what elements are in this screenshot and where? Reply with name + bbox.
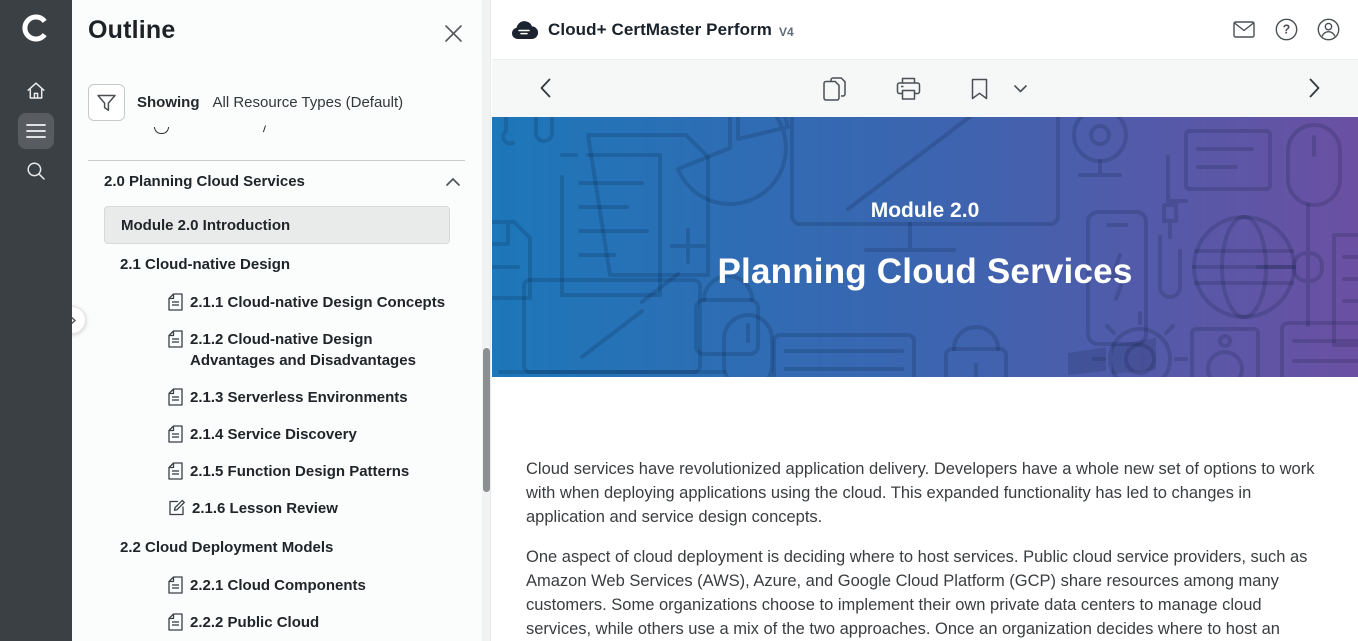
- tech-pattern-decoration: [492, 117, 1358, 377]
- home-icon[interactable]: [18, 73, 54, 109]
- account-icon[interactable]: [1316, 18, 1340, 42]
- tree-item-2-2[interactable]: 2.2 Cloud Deployment Models: [120, 537, 460, 559]
- document-icon: [168, 388, 183, 406]
- product-title: Cloud+ CertMaster Perform: [548, 20, 772, 40]
- content-toolbar: [492, 60, 1358, 117]
- copy-icon[interactable]: [823, 77, 846, 101]
- tree-item-label: 2.1.4 Service Discovery: [190, 424, 357, 445]
- document-icon: [168, 330, 183, 348]
- banner-title: Planning Cloud Services: [492, 252, 1358, 292]
- tree-item-label: 2.2.2 Public Cloud: [190, 612, 319, 633]
- bookmark-icon[interactable]: [971, 78, 988, 100]
- tree-item-label: 2.1.6 Lesson Review: [192, 498, 338, 519]
- tree-item-2-1-2[interactable]: 2.1.2 Cloud-native Design Advantages and…: [88, 329, 460, 371]
- tree-item-label: 2.1.1 Cloud-native Design Concepts: [190, 292, 445, 313]
- filter-row: Showing All Resource Types (Default): [88, 84, 403, 121]
- document-icon: [168, 425, 183, 443]
- chevron-up-icon[interactable]: [446, 178, 460, 186]
- main-area: Cloud+ CertMaster Perform V4 ?: [492, 0, 1358, 641]
- left-rail: [0, 0, 72, 641]
- search-icon[interactable]: [18, 153, 54, 189]
- tree-section-2-0[interactable]: 2.0 Planning Cloud Services: [88, 173, 460, 190]
- svg-text:?: ?: [1282, 23, 1290, 37]
- bookmark-options-chevron-icon[interactable]: [1014, 85, 1027, 93]
- tree-item-2-2-2[interactable]: 2.2.2 Public Cloud: [88, 612, 460, 633]
- comptia-logo[interactable]: [20, 12, 52, 44]
- back-arrow-icon[interactable]: [540, 78, 551, 98]
- forward-arrow-icon[interactable]: [1309, 78, 1320, 98]
- cloud-product-icon: [511, 20, 538, 40]
- tree-item-label: 2.1.2 Cloud-native Design Advantages and…: [190, 329, 452, 371]
- tree-item-label: 2.1.5 Function Design Patterns: [190, 461, 409, 482]
- module-banner: Module 2.0 Planning Cloud Services: [492, 117, 1358, 377]
- outline-menu-icon[interactable]: [18, 113, 54, 149]
- tree-item-2-1-3[interactable]: 2.1.3 Serverless Environments: [88, 387, 460, 408]
- filter-funnel-icon[interactable]: [88, 84, 125, 121]
- tree-item-module-2-0-introduction[interactable]: Module 2.0 Introduction: [104, 206, 450, 244]
- panel-title: Outline: [88, 16, 176, 45]
- panel-scrollbar-thumb[interactable]: [483, 348, 490, 492]
- tree-section-label: 2.0 Planning Cloud Services: [88, 173, 305, 190]
- document-icon: [168, 576, 183, 594]
- document-icon: [168, 293, 183, 311]
- tree-item-2-2-1[interactable]: 2.2.1 Cloud Components: [88, 575, 460, 596]
- mail-icon[interactable]: [1232, 18, 1256, 42]
- tree-item-label: 2.1.3 Serverless Environments: [190, 387, 408, 408]
- toolbar-actions: [823, 60, 1027, 117]
- document-icon: [168, 613, 183, 631]
- app-window: Outline Showing All Resource Types (Defa…: [0, 0, 1358, 641]
- product-version: V4: [779, 21, 794, 39]
- banner-module-label: Module 2.0: [492, 199, 1358, 223]
- lesson-content: Cloud services have revolutionized appli…: [492, 377, 1358, 641]
- filter-value: All Resource Types (Default): [213, 94, 404, 111]
- tree-item-2-1[interactable]: 2.1 Cloud-native Design: [120, 254, 460, 276]
- panel-scrollbar-track[interactable]: [482, 0, 490, 641]
- help-icon[interactable]: ?: [1274, 18, 1298, 42]
- outline-panel: Outline Showing All Resource Types (Defa…: [72, 0, 491, 641]
- tree-item-label: 2.2 Cloud Deployment Models: [120, 539, 333, 556]
- paragraph: Cloud services have revolutionized appli…: [526, 457, 1328, 530]
- close-icon[interactable]: [442, 22, 464, 44]
- tree-item-2-1-1[interactable]: 2.1.1 Cloud-native Design Concepts: [88, 292, 460, 313]
- tree-item-2-1-4[interactable]: 2.1.4 Service Discovery: [88, 424, 460, 445]
- print-icon[interactable]: [896, 77, 921, 100]
- paragraph: One aspect of cloud deployment is decidi…: [526, 545, 1328, 641]
- clipped-tree-item[interactable]: [142, 121, 362, 137]
- filter-showing-label: Showing: [137, 94, 200, 111]
- tree-item-label: 2.1 Cloud-native Design: [120, 256, 290, 273]
- header-actions: ?: [1232, 18, 1340, 42]
- tree-item-2-1-6[interactable]: 2.1.6 Lesson Review: [88, 498, 460, 519]
- outline-tree: 2.0 Planning Cloud Services Module 2.0 I…: [72, 161, 482, 641]
- tree-item-2-1-5[interactable]: 2.1.5 Function Design Patterns: [88, 461, 460, 482]
- tree-item-label: 2.2.1 Cloud Components: [190, 575, 366, 596]
- document-icon: [168, 462, 183, 480]
- product-header: Cloud+ CertMaster Perform V4 ?: [492, 0, 1358, 60]
- lesson-review-icon: [168, 499, 185, 516]
- tree-item-label: Module 2.0 Introduction: [121, 217, 290, 234]
